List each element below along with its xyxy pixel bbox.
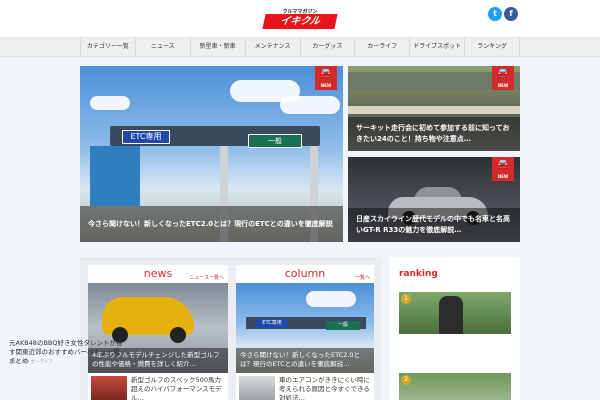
column-column: column 一覧へ ETC専用 一般 今さら聞けない！新しくなったETC2.0… bbox=[236, 265, 374, 400]
logo-wordmark: イキクル bbox=[262, 14, 338, 29]
nav-item-drive-spots[interactable]: ドライブスポット bbox=[410, 38, 466, 56]
car-icon: 🚘 bbox=[496, 68, 510, 79]
new-label: NEW bbox=[497, 83, 509, 88]
nav-menu: カテゴリー一覧 ニュース 新型車・新車 メンテナンス カーグッズ カーライフ ド… bbox=[80, 38, 520, 56]
nav-item-car-goods[interactable]: カーグッズ bbox=[301, 38, 356, 56]
news-list-item[interactable]: 新型ゴルフのスペック500馬力超えのハイパフォーマンスモデル… bbox=[91, 376, 225, 400]
cloud bbox=[306, 291, 356, 307]
ranking-item-1-date: 2017.8.9 カーライフ bbox=[9, 360, 53, 365]
ranking-item-2-image[interactable]: 2 bbox=[399, 373, 511, 400]
cloud bbox=[280, 96, 340, 114]
nav-item-new-cars[interactable]: 新型車・新車 bbox=[191, 38, 246, 56]
new-badge: 🚘 NEW bbox=[315, 66, 337, 90]
hero-article-circuit[interactable]: 🚘 NEW サーキット走行会に初めて参加する前に知っておきたい24のこと！持ち物… bbox=[348, 66, 520, 151]
rank-badge-2: 2 bbox=[401, 375, 411, 385]
toll-booth bbox=[90, 146, 140, 206]
column-featured-article[interactable]: ETC専用 一般 今さら聞けない！新しくなったETC2.0とは？現行のETCとの… bbox=[236, 283, 374, 373]
column-item-title[interactable]: 車のエアコンがききにくい時に考えられる原因と今すぐできる対処法… bbox=[279, 376, 373, 400]
column-heading: column bbox=[284, 267, 326, 280]
car-icon: 🚘 bbox=[496, 159, 510, 170]
nav-item-car-life[interactable]: カーライフ bbox=[355, 38, 411, 56]
nav-item-maintenance[interactable]: メンテナンス bbox=[246, 38, 301, 56]
car-wheel bbox=[170, 327, 186, 343]
nav-item-news[interactable]: ニュース bbox=[136, 38, 191, 56]
hero-featured-title[interactable]: 今さら聞けない！新しくなったETC2.0とは？現行のETCとの違いを徹底解説 bbox=[80, 206, 343, 242]
new-label: NEW bbox=[320, 83, 332, 88]
main-nav: カテゴリー一覧 ニュース 新型車・新車 メンテナンス カーグッズ カーライフ ド… bbox=[0, 37, 600, 57]
etc-sign: ETC専用 bbox=[256, 319, 288, 328]
twitter-icon[interactable]: t bbox=[488, 7, 502, 21]
new-badge: 🚘 NEW bbox=[492, 66, 514, 90]
ranking-heading: ranking bbox=[399, 269, 438, 279]
nav-item-categories[interactable]: カテゴリー一覧 bbox=[81, 38, 136, 56]
new-label: NEW bbox=[497, 174, 509, 179]
hero-article-skyline-title[interactable]: 日産スカイライン歴代モデルの中でも名車と名高いGT-R R33の魅力を徹底解説… bbox=[348, 208, 520, 242]
new-badge: 🚘 NEW bbox=[492, 157, 514, 181]
column-list-item[interactable]: 車のエアコンがききにくい時に考えられる原因と今すぐできる対処法… bbox=[239, 376, 373, 400]
hero-article-circuit-title[interactable]: サーキット走行会に初めて参加する前に知っておきたい24のこと！持ち物や注意点… bbox=[348, 117, 520, 151]
news-thumb bbox=[91, 376, 127, 400]
column-more-link[interactable]: 一覧へ bbox=[355, 274, 370, 281]
news-item-title[interactable]: 新型ゴルフのスペック500馬力超えのハイパフォーマンスモデル… bbox=[131, 376, 225, 400]
facebook-icon[interactable]: f bbox=[504, 7, 518, 21]
hero-featured-article[interactable]: ETC専用 一般 🚘 NEW 今さら聞けない！新しくなったETC2.0とは？現行… bbox=[80, 66, 343, 242]
cloud bbox=[90, 96, 130, 110]
general-lane-sign: 一般 bbox=[326, 321, 360, 330]
rank-badge-1: 1 bbox=[401, 294, 411, 304]
ranking-panel: ranking 1 2 bbox=[390, 257, 520, 400]
news-column: news ニュース一覧へ 4年ぶりフルモデルチェンジした新型ゴルフの性能や価格・… bbox=[88, 265, 228, 400]
general-lane-sign: 一般 bbox=[248, 134, 302, 148]
nav-item-ranking[interactable]: ランキング bbox=[465, 38, 520, 56]
hero-article-skyline[interactable]: 🚘 NEW 日産スカイライン歴代モデルの中でも名車と名高いGT-R R33の魅力… bbox=[348, 157, 520, 242]
column-thumb bbox=[239, 376, 275, 400]
column-featured-title[interactable]: 今さら聞けない！新しくなったETC2.0とは？現行のETCとの違いを徹底解説… bbox=[236, 348, 374, 373]
news-more-link[interactable]: ニュース一覧へ bbox=[189, 274, 224, 281]
site-logo[interactable]: クルママガジン イキクル bbox=[262, 9, 338, 29]
ranking-item-1-image[interactable]: 1 bbox=[399, 292, 511, 334]
person-figure bbox=[439, 296, 463, 334]
track-line bbox=[348, 106, 520, 114]
car-icon: 🚘 bbox=[319, 68, 333, 79]
site-header: クルママガジン イキクル t f bbox=[0, 0, 600, 37]
etc-sign: ETC専用 bbox=[122, 130, 170, 144]
